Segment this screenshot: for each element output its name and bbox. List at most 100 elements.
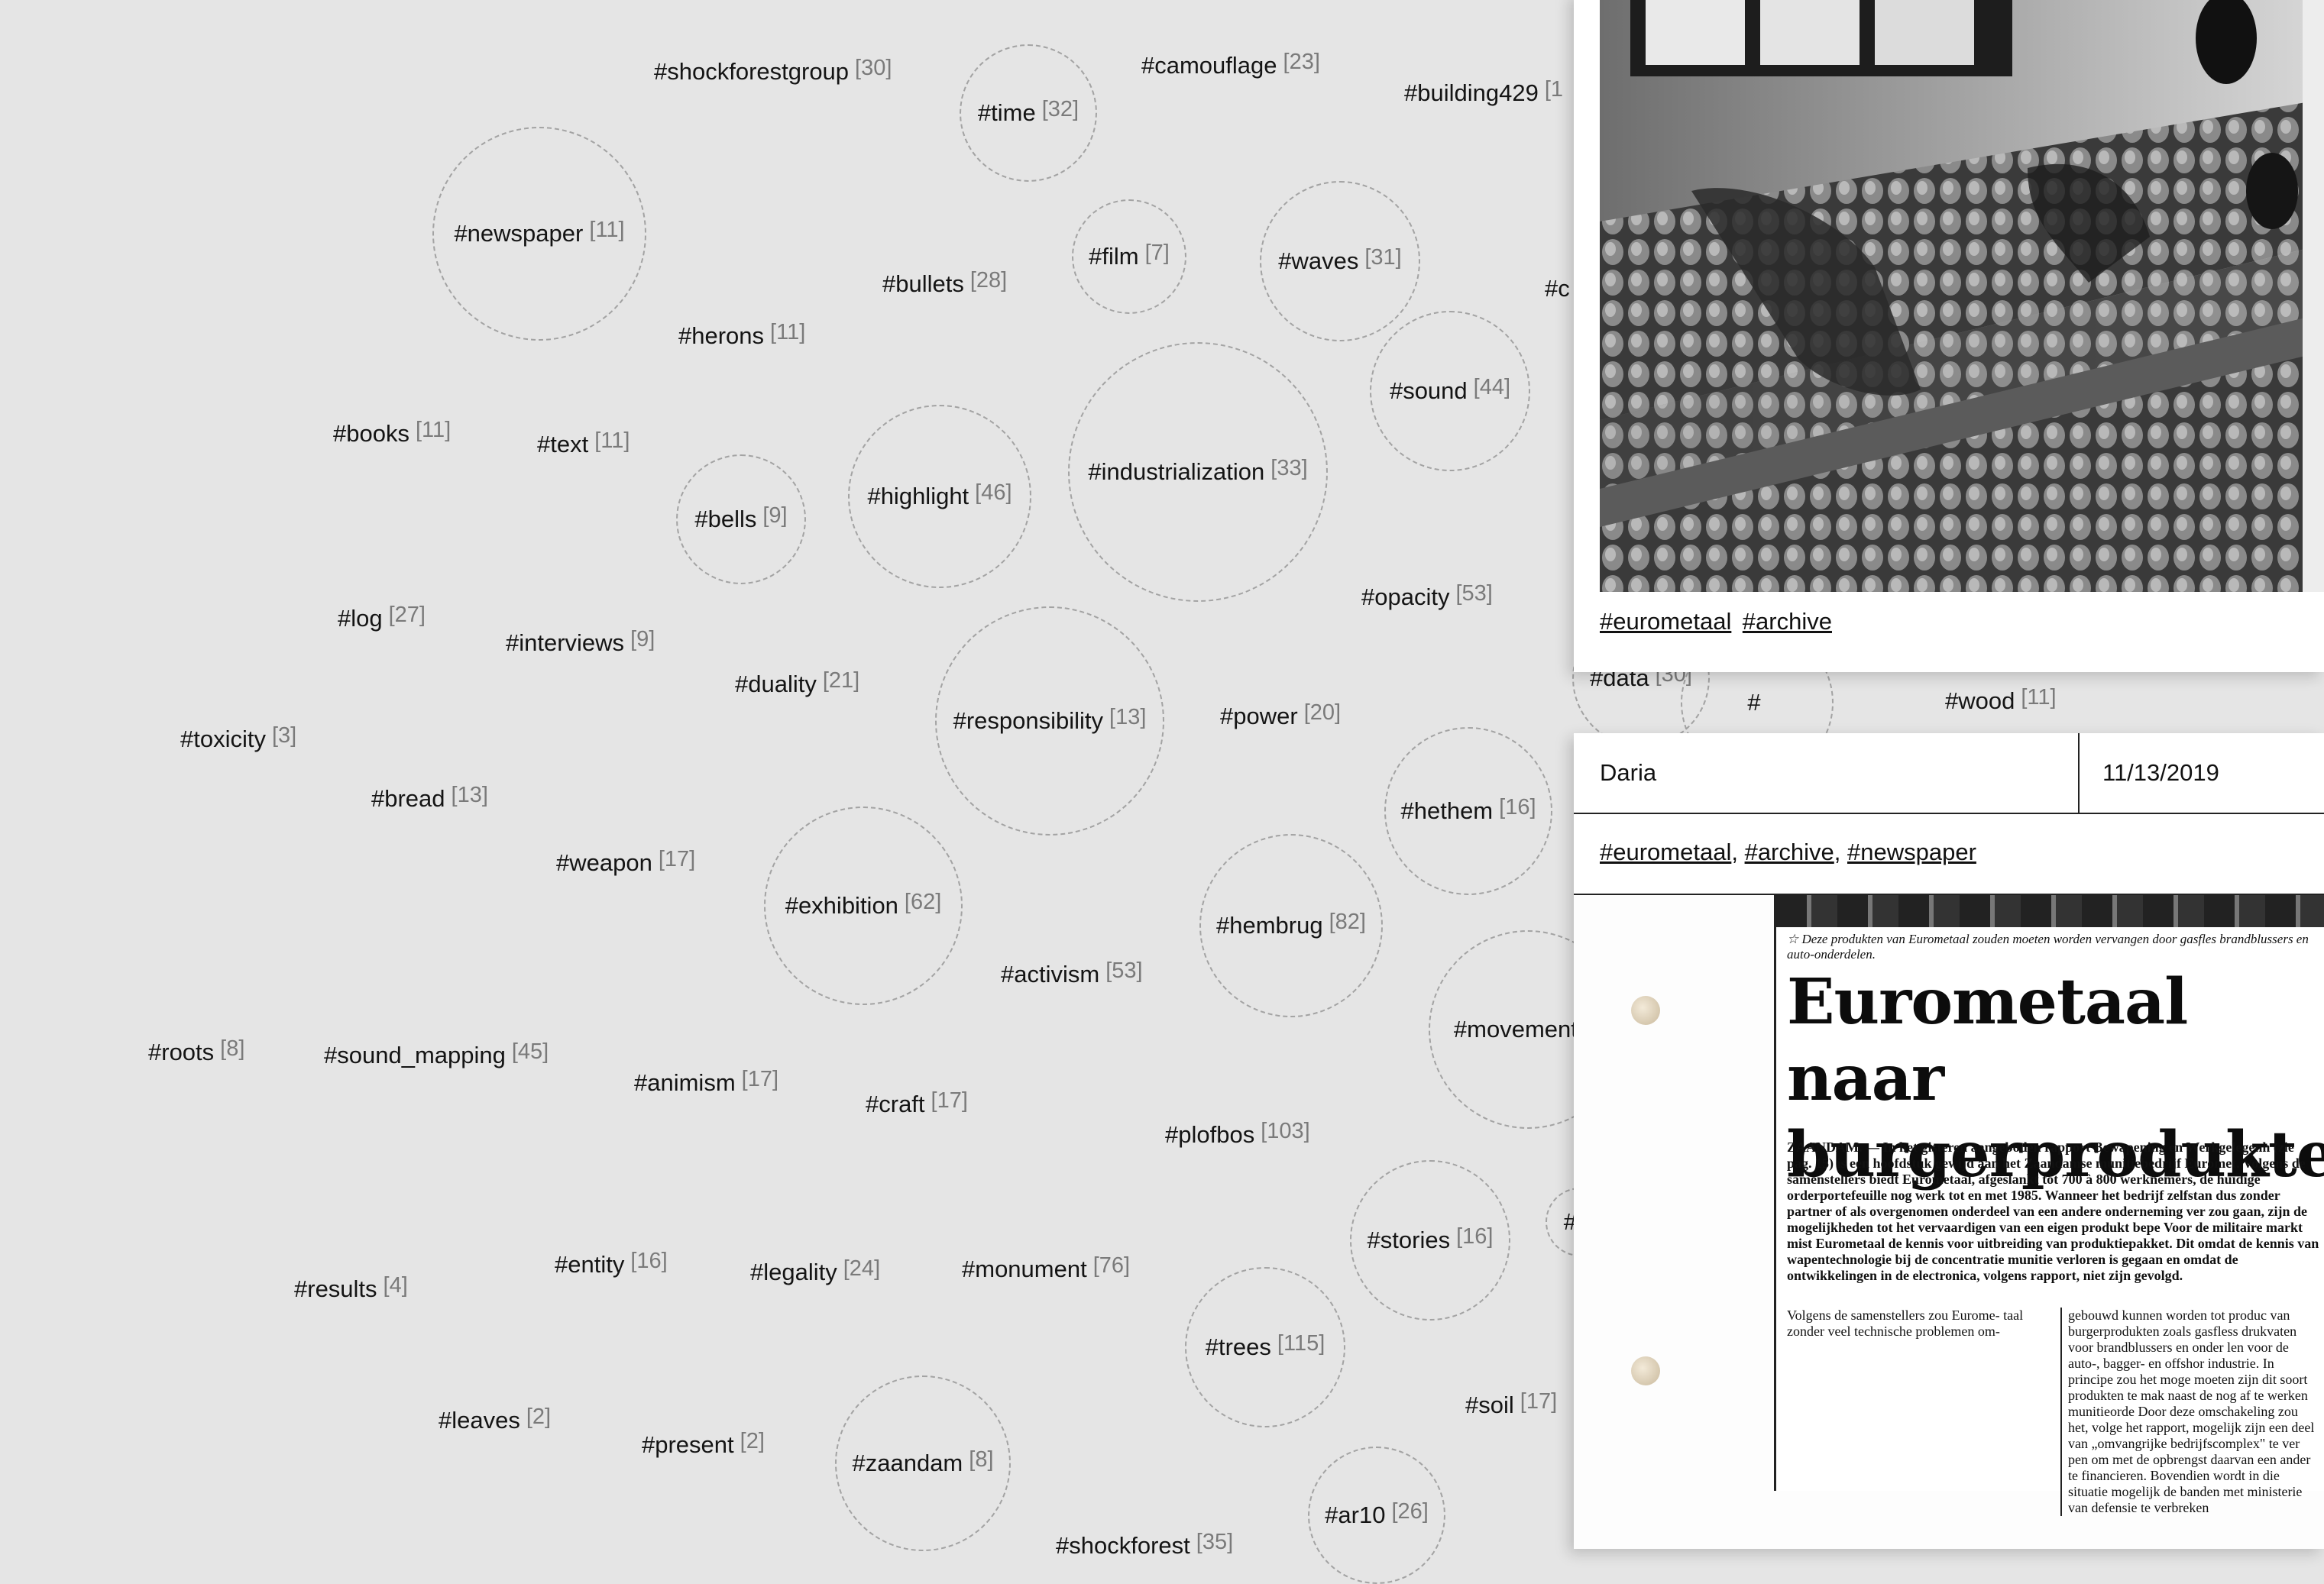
tag-label[interactable]: #wood [11] [1945, 687, 2057, 714]
tag-link-eurometaal[interactable]: #eurometaal [1600, 839, 1731, 865]
tag-count: [28] [969, 268, 1008, 293]
tag-label[interactable]: #herons [11] [678, 322, 805, 348]
newspaper-scan[interactable]: ☆ Deze produkten van Eurometaal zouden m… [1574, 895, 2324, 1549]
tag-name: #building429 [1404, 79, 1539, 106]
tag-count: [16] [1456, 1224, 1494, 1249]
tag-link-eurometaal[interactable]: #eurometaal [1600, 608, 1731, 635]
tag-label[interactable]: #roots [8] [148, 1038, 244, 1065]
tag-label[interactable]: #bells [9] [694, 505, 787, 532]
tag-label[interactable]: # [1747, 690, 1766, 715]
tag-name: #time [977, 99, 1036, 126]
tag-label[interactable]: #toxicity [3] [180, 725, 296, 752]
post-date: 11/13/2019 [2102, 759, 2219, 786]
tag-count: [13] [1109, 705, 1147, 729]
tag-count: [4] [383, 1273, 408, 1298]
tag-name: #activism [1001, 961, 1100, 988]
tag-label[interactable]: #trees [115] [1205, 1333, 1325, 1360]
tag-label[interactable]: #sound [44] [1390, 377, 1510, 403]
tag-name: #interviews [506, 629, 625, 656]
tag-label[interactable]: #leaves [2] [439, 1406, 551, 1433]
tag-count: [17] [1520, 1389, 1558, 1414]
tag-label[interactable]: #sound_mapping [45] [324, 1041, 549, 1068]
tag-label[interactable]: #bullets [28] [882, 270, 1007, 296]
tag-label[interactable]: #shockforestgroup [30] [654, 57, 892, 84]
tag-name: #hembrug [1216, 912, 1323, 939]
tag-label[interactable]: #interviews [9] [506, 629, 655, 656]
tag-label[interactable]: #waves [31] [1278, 247, 1401, 273]
tag-count: [17] [931, 1088, 968, 1113]
tag-label[interactable]: #bread [13] [371, 784, 488, 811]
tag-label[interactable]: #responsibility [13] [953, 706, 1147, 734]
tag-label[interactable]: #log [27] [338, 604, 426, 631]
tag-count: [16] [1499, 795, 1536, 819]
tag-label[interactable]: #camouflage [23] [1141, 51, 1320, 78]
tag-name: #film [1089, 243, 1139, 270]
tag-label[interactable]: #plofbos [103] [1165, 1120, 1310, 1148]
tag-label[interactable]: #animism [17] [634, 1068, 778, 1095]
tag-link-archive[interactable]: #archive [1745, 839, 1834, 865]
tag-name: #entity [555, 1251, 625, 1278]
tag-label[interactable]: #film [7] [1089, 241, 1170, 270]
tag-name: #weapon [556, 849, 652, 876]
tag-label[interactable]: #weapon [17] [556, 849, 695, 876]
tag-name: #text [537, 431, 589, 457]
archive-photo[interactable] [1600, 0, 2324, 592]
tag-label[interactable]: #activism [53] [1001, 960, 1143, 988]
tag-name: #results [294, 1275, 377, 1302]
tag-count: [7] [1144, 241, 1170, 265]
photo-tags: #eurometaal #archive [1600, 608, 1840, 635]
tag-label[interactable]: #text [11] [537, 430, 630, 457]
tag-count: [11] [770, 320, 806, 344]
tag-count: [46] [975, 480, 1012, 505]
tag-label[interactable]: #shockforest [35] [1056, 1531, 1233, 1558]
tag-label[interactable]: #hethem [16] [1400, 797, 1536, 823]
tag-label[interactable]: #entity [16] [555, 1250, 668, 1278]
tag-label[interactable]: #industrialization [33] [1088, 457, 1307, 484]
tag-count: [35] [1196, 1530, 1234, 1554]
tag-label[interactable]: #ar10 [26] [1325, 1501, 1429, 1528]
tag-label[interactable]: #craft [17] [866, 1090, 968, 1117]
tag-count: [45] [511, 1039, 549, 1064]
tag-label[interactable]: #hembrug [82] [1216, 911, 1366, 939]
tag-count: [3] [271, 723, 297, 748]
tag-name: #trees [1205, 1333, 1271, 1360]
tag-count: [16] [630, 1249, 668, 1273]
tag-label[interactable]: #results [4] [294, 1275, 408, 1302]
clipping-column: Volgens de samenstellers zou Eurome- taa… [1787, 1308, 2024, 1339]
tag-label[interactable]: #newspaper [11] [454, 219, 624, 247]
tag-label[interactable]: #books [11] [333, 419, 451, 446]
tag-link-archive[interactable]: #archive [1743, 608, 1832, 635]
archive-photo-image [1600, 0, 2324, 592]
tag-name: #newspaper [454, 220, 584, 247]
tag-label[interactable]: #c [1545, 276, 1576, 301]
tag-label[interactable]: #duality [21] [735, 670, 859, 697]
tag-name: #monument [962, 1256, 1087, 1282]
tag-label[interactable]: #soil [17] [1465, 1391, 1557, 1418]
tag-label[interactable]: #highlight [46] [867, 482, 1011, 509]
tag-link-newspaper[interactable]: #newspaper [1847, 839, 1976, 865]
tag-label[interactable]: #building429 [1 [1404, 79, 1563, 106]
tag-label[interactable]: #present [2] [642, 1430, 765, 1457]
tag-count: [44] [1473, 375, 1511, 399]
tag-label[interactable]: #time [32] [977, 99, 1079, 126]
tag-name: # [1747, 689, 1761, 716]
tag-name: #toxicity [180, 726, 266, 752]
tag-count: [62] [904, 890, 942, 914]
tag-name: #legality [750, 1259, 837, 1285]
clipping-caption: ☆ Deze produkten van Eurometaal zouden m… [1787, 932, 2309, 962]
tag-label[interactable]: #stories [16] [1368, 1226, 1494, 1253]
tag-name: #zaandam [852, 1450, 963, 1476]
tag-label[interactable]: #power [20] [1220, 702, 1341, 729]
tag-label[interactable]: #exhibition [62] [785, 891, 942, 918]
tag-label[interactable]: #legality [24] [750, 1258, 880, 1285]
tag-count: [30] [855, 56, 892, 80]
tag-name: #responsibility [953, 707, 1104, 734]
tag-count: [13] [451, 783, 488, 807]
tag-label[interactable]: #monument [76] [962, 1255, 1130, 1282]
tag-label[interactable]: #zaandam [8] [852, 1449, 993, 1476]
tag-name: #bells [694, 506, 757, 532]
tag-name: #plofbos [1165, 1121, 1255, 1148]
tag-name: #wood [1945, 687, 2015, 714]
tag-name: #ar10 [1325, 1502, 1386, 1528]
tag-label[interactable]: #opacity [53] [1361, 583, 1493, 609]
